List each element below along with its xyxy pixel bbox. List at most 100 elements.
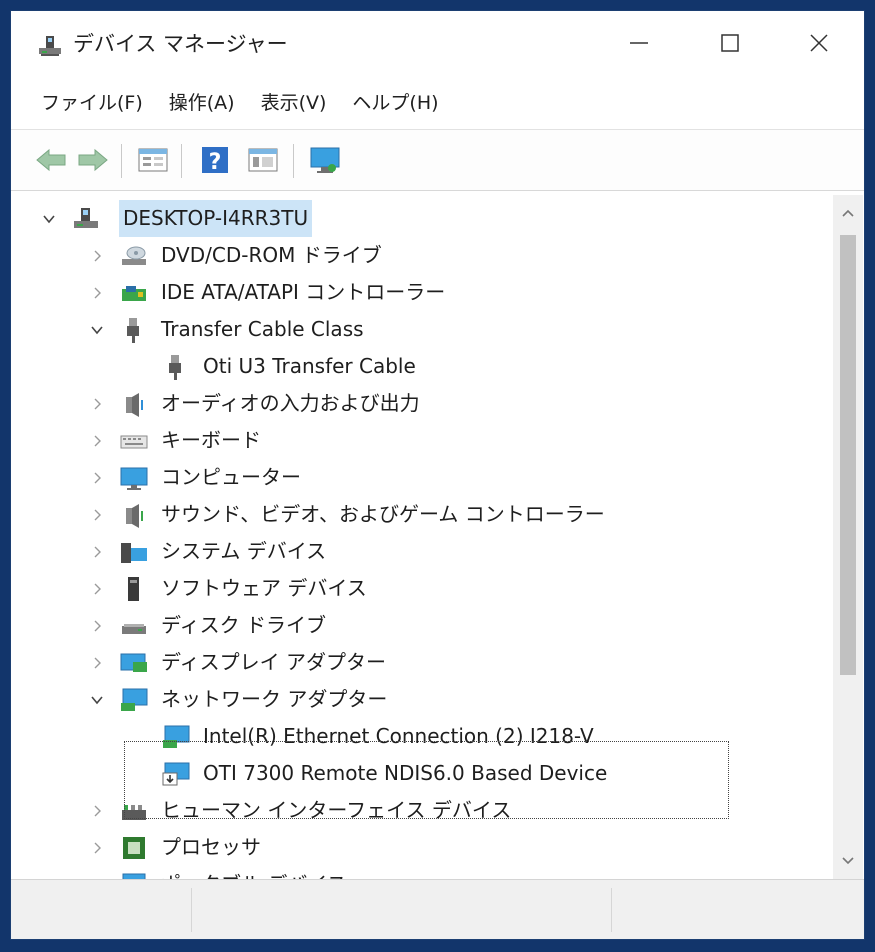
close-button[interactable]: [774, 11, 864, 75]
tree-item[interactable]: ソフトウェア デバイス: [19, 570, 833, 607]
ide-controller-icon: [122, 285, 146, 301]
tree-item[interactable]: オーディオの入力および出力: [19, 385, 833, 422]
tree-item[interactable]: Intel(R) Ethernet Connection (2) I218-V: [19, 718, 833, 755]
svg-text:?: ?: [209, 150, 222, 175]
title-bar[interactable]: デバイス マネージャー: [11, 11, 864, 75]
forward-arrow-icon[interactable]: [75, 142, 111, 178]
network-warning-icon: [162, 762, 190, 785]
scroll-up-button[interactable]: [833, 195, 863, 231]
chevron-down-icon: [842, 857, 854, 865]
minimize-icon: [630, 42, 648, 44]
tree-item[interactable]: プロセッサ: [19, 829, 833, 866]
chevron-right-icon[interactable]: [89, 285, 105, 301]
tree-root[interactable]: DESKTOP-I4RR3TU: [19, 200, 833, 237]
chevron-right-icon[interactable]: [89, 248, 105, 264]
tree-item-label: オーディオの入力および出力: [161, 391, 420, 415]
maximize-button[interactable]: [685, 11, 775, 75]
chevron-right-icon[interactable]: [89, 803, 105, 819]
chevron-right-icon[interactable]: [89, 840, 105, 856]
tree-item-label: Intel(R) Ethernet Connection (2) I218-V: [203, 724, 594, 748]
chevron-right-icon[interactable]: [89, 433, 105, 449]
chevron-up-icon: [842, 209, 854, 217]
tree-item[interactable]: ヒューマン インターフェイス デバイス: [19, 792, 833, 829]
chevron-down-icon[interactable]: [89, 322, 105, 338]
tree-item-label: システム デバイス: [161, 539, 327, 563]
tree-item-label: ポータブル デバイス: [161, 866, 347, 879]
computer-icon: [120, 467, 148, 490]
chevron-down-icon[interactable]: [41, 211, 57, 227]
tree-item-label: サウンド、ビデオ、およびゲーム コントローラー: [161, 502, 605, 526]
toolbar-separator: [181, 144, 182, 178]
network-adapter-icon: [121, 688, 148, 711]
tree-item[interactable]: ネットワーク アダプター: [19, 681, 833, 718]
display-adapter-icon: [120, 653, 147, 672]
tree-item-label: コンピューター: [161, 465, 301, 489]
tree-item[interactable]: Transfer Cable Class: [19, 311, 833, 348]
usb-plug-icon: [127, 317, 139, 343]
tree-item[interactable]: IDE ATA/ATAPI コントローラー: [19, 274, 833, 311]
hid-icon: [122, 804, 146, 820]
update-driver-icon[interactable]: [245, 142, 281, 178]
chevron-right-icon[interactable]: [89, 507, 105, 523]
tree-item-label: ヒューマン インターフェイス デバイス: [161, 798, 512, 822]
toolbar-separator: [293, 144, 294, 178]
vertical-scrollbar[interactable]: [833, 195, 863, 879]
tree-item-label: IDE ATA/ATAPI コントローラー: [161, 280, 446, 304]
speaker-icon: [126, 392, 143, 417]
toolbar-separator: [121, 144, 122, 178]
menu-help[interactable]: ヘルプ(H): [339, 83, 451, 123]
chevron-right-icon[interactable]: [89, 655, 105, 671]
device-manager-icon: [39, 36, 61, 56]
menu-bar: ファイル(F) 操作(A) 表示(V) ヘルプ(H): [11, 83, 864, 123]
menu-action[interactable]: 操作(A): [156, 83, 248, 123]
scroll-down-button[interactable]: [833, 843, 863, 879]
window-title: デバイス マネージャー: [73, 32, 288, 56]
tree-item-label: Oti U3 Transfer Cable: [203, 354, 416, 378]
speaker-icon: [126, 503, 143, 528]
chevron-right-icon[interactable]: [89, 618, 105, 634]
device-tree[interactable]: DESKTOP-I4RR3TU DVD/CD-ROM ドライブ IDE ATA/…: [19, 195, 833, 879]
tree-item[interactable]: キーボード: [19, 422, 833, 459]
tree-item-label: OTI 7300 Remote NDIS6.0 Based Device: [203, 761, 608, 785]
maximize-icon: [721, 34, 739, 52]
chevron-right-icon[interactable]: [89, 396, 105, 412]
root-label: DESKTOP-I4RR3TU: [119, 200, 313, 237]
chevron-right-icon[interactable]: [89, 581, 105, 597]
system-folder-icon: [121, 542, 147, 563]
tree-item[interactable]: Oti U3 Transfer Cable: [19, 348, 833, 385]
chevron-right-icon[interactable]: [89, 544, 105, 560]
tree-item[interactable]: DVD/CD-ROM ドライブ: [19, 237, 833, 274]
status-bar: [11, 879, 864, 939]
tree-item[interactable]: ポータブル デバイス: [19, 866, 833, 879]
help-icon[interactable]: ?: [197, 142, 233, 178]
menu-file[interactable]: ファイル(F): [11, 83, 156, 123]
toolbar: ?: [11, 129, 864, 191]
tree-item-label: ソフトウェア デバイス: [161, 576, 367, 600]
status-pane: [11, 888, 192, 932]
menu-view[interactable]: 表示(V): [248, 83, 340, 123]
tree-item-selected[interactable]: OTI 7300 Remote NDIS6.0 Based Device: [19, 755, 833, 792]
computer-node-icon: [74, 207, 98, 228]
tree-item[interactable]: ディスク ドライブ: [19, 607, 833, 644]
tree-item-label: ディスプレイ アダプター: [161, 650, 386, 674]
usb-plug-icon: [169, 354, 181, 380]
tree-item-label: Transfer Cable Class: [161, 317, 364, 341]
tree-item[interactable]: システム デバイス: [19, 533, 833, 570]
monitor-icon[interactable]: [307, 142, 343, 178]
tree-item-label: DVD/CD-ROM ドライブ: [161, 243, 382, 267]
properties-icon[interactable]: [135, 142, 171, 178]
tree-item[interactable]: サウンド、ビデオ、およびゲーム コントローラー: [19, 496, 833, 533]
status-pane: [191, 888, 612, 932]
close-icon: [810, 34, 828, 52]
tree-item[interactable]: コンピューター: [19, 459, 833, 496]
minimize-button[interactable]: [594, 11, 684, 75]
chevron-down-icon[interactable]: [89, 692, 105, 708]
back-arrow-icon[interactable]: [33, 142, 69, 178]
tree-item[interactable]: ディスプレイ アダプター: [19, 644, 833, 681]
chevron-right-icon[interactable]: [89, 470, 105, 486]
network-adapter-icon: [163, 725, 190, 748]
dvd-drive-icon: [122, 246, 146, 265]
scrollbar-thumb[interactable]: [840, 235, 856, 675]
tree-item-label: プロセッサ: [161, 835, 261, 859]
tree-item-label: ディスク ドライブ: [161, 613, 326, 637]
